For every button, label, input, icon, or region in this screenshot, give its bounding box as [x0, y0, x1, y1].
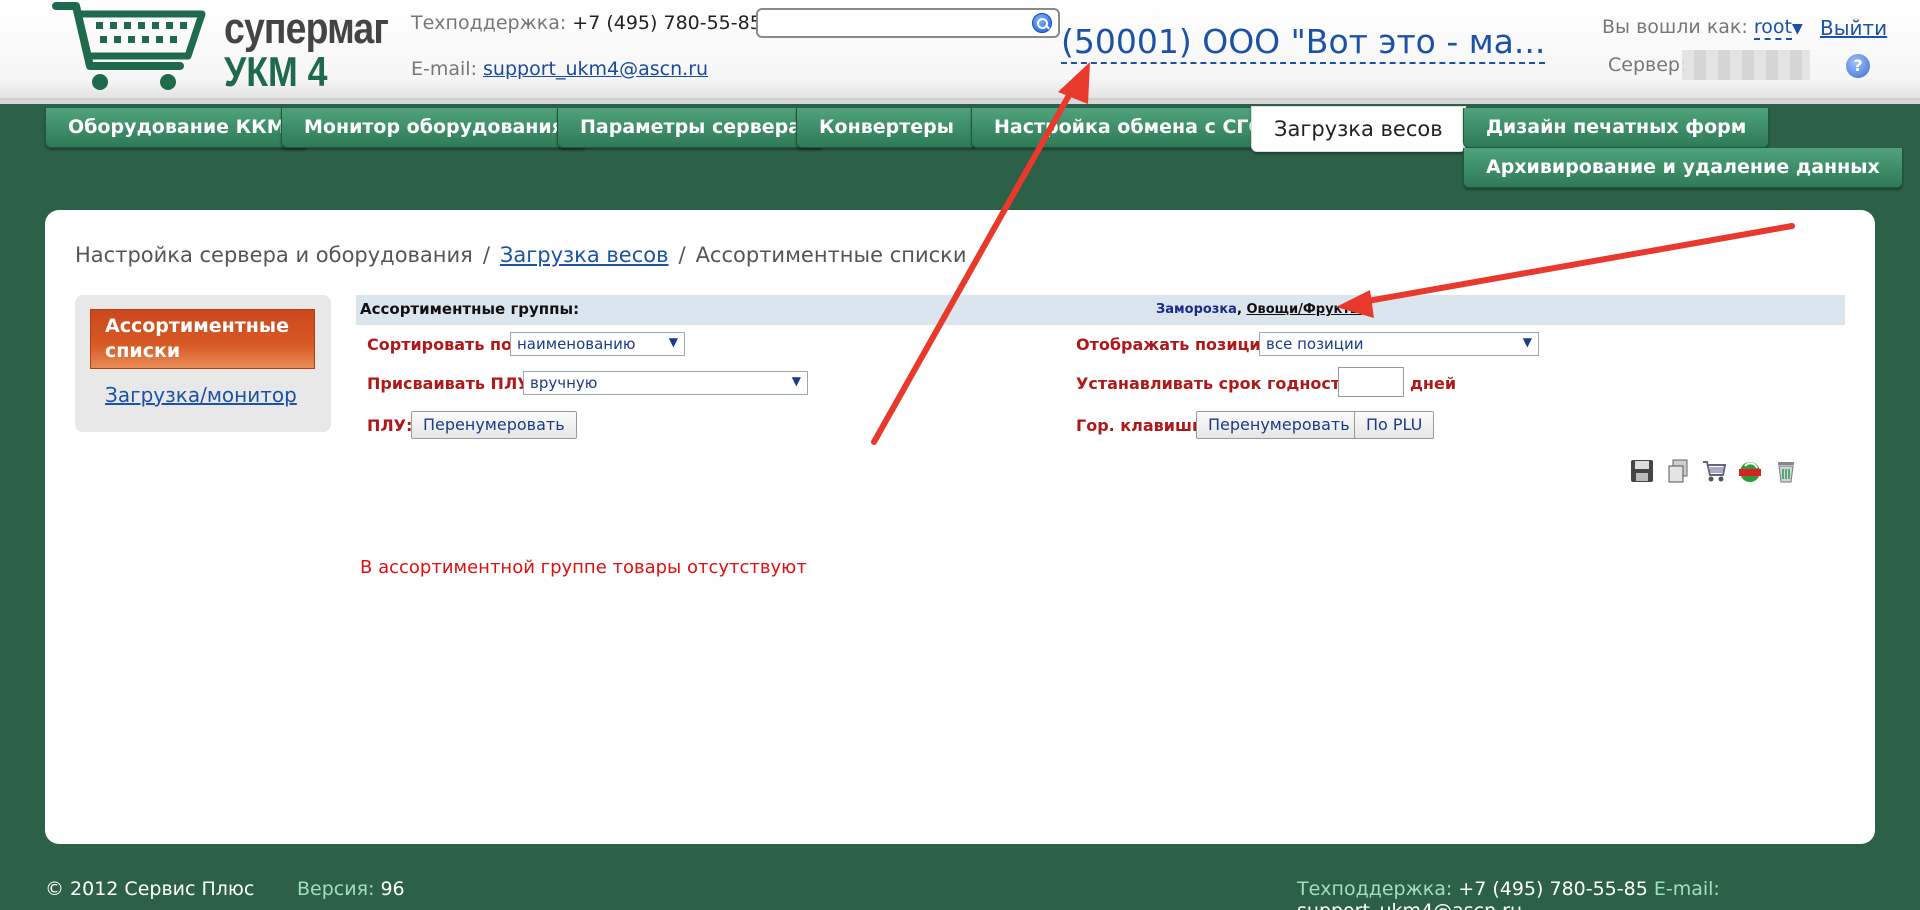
footer-support: Техподдержка: +7 (495) 780-55-85 E-mail:…: [1297, 878, 1920, 910]
copy-icon[interactable]: [1665, 458, 1691, 484]
dropdown-arrow-icon: ▼: [668, 335, 678, 349]
refresh-icon[interactable]: [1737, 458, 1763, 484]
show-positions-label: Отображать позиции:: [1076, 335, 1279, 354]
help-icon[interactable]: ?: [1846, 54, 1870, 78]
breadcrumb-item-server-setup: Настройка сервера и оборудования: [75, 243, 473, 267]
empty-group-message: В ассортиментной группе товары отсутству…: [360, 557, 807, 578]
days-label: дней: [1410, 374, 1457, 393]
group-vegetables-link[interactable]: Овощи/Фрукты: [1246, 302, 1361, 317]
tab-sgo-exchange[interactable]: Настройка обмена с СГО: [971, 108, 1288, 148]
hotkeys-renumber-button[interactable]: Перенумеровать: [1196, 411, 1362, 439]
groups-label: Ассортиментные группы:: [360, 300, 580, 318]
server-value-redacted: [1682, 50, 1810, 80]
footer-support-phone: +7 (495) 780-55-85: [1458, 878, 1648, 900]
organization-selector[interactable]: (50001) ООО "Вот это - ма...: [1061, 22, 1546, 64]
tab-archive-delete[interactable]: Архивирование и удаление данных: [1463, 148, 1903, 188]
group-frozen-link[interactable]: Заморозка: [1156, 302, 1237, 317]
plu-renumber-button[interactable]: Перенумеровать: [411, 411, 577, 439]
plu-assign-label: Присваивать ПЛУ:: [367, 374, 536, 393]
tab-print-forms-design[interactable]: Дизайн печатных форм: [1463, 108, 1770, 148]
search-icon[interactable]: [1032, 13, 1052, 33]
logo-text-bottom: УКМ 4: [224, 48, 328, 95]
sort-select-value: наименованию: [517, 335, 636, 353]
footer-support-label: Техподдержка:: [1297, 878, 1453, 900]
dropdown-arrow-icon: ▼: [791, 374, 801, 388]
plu-assign-select[interactable]: вручную ▼: [523, 371, 808, 395]
by-plu-button[interactable]: По PLU: [1354, 411, 1435, 439]
breadcrumb-separator: /: [482, 243, 490, 267]
logo-text-top: супермаг: [224, 4, 389, 53]
footer-email-link[interactable]: support_ukm4@ascn.ru: [1297, 900, 1522, 910]
footer-version-label: Версия:: [297, 878, 375, 900]
email-link[interactable]: support_ukm4@ascn.ru: [483, 58, 708, 80]
footer-version-value: 96: [380, 878, 405, 900]
breadcrumb-item-current: Ассортиментные списки: [695, 243, 967, 267]
shelf-life-label: Устанавливать срок годности в: [1076, 374, 1368, 393]
sort-label: Сортировать по:: [367, 335, 519, 354]
login-info: Вы вошли как: root▼: [1602, 16, 1803, 40]
footer-version: Версия: 96: [297, 878, 405, 900]
email-line: E-mail: support_ukm4@ascn.ru: [411, 58, 708, 80]
support-phone: +7 (495) 780-55-85: [572, 12, 762, 34]
groups-list: Заморозка, Овощи/Фрукты: [1156, 302, 1362, 317]
tab-server-params[interactable]: Параметры сервера: [557, 108, 825, 148]
user-menu[interactable]: root: [1753, 16, 1792, 40]
email-label: E-mail:: [411, 58, 477, 80]
logout-link[interactable]: Выйти: [1820, 16, 1887, 40]
header: супермаг УКМ 4 Техподдержка: +7 (495) 78…: [0, 0, 1920, 104]
tab-kkm-equipment[interactable]: Оборудование ККМ: [45, 108, 309, 148]
tab-converters[interactable]: Конвертеры: [796, 108, 977, 148]
trash-icon[interactable]: [1773, 458, 1799, 484]
plu-label: ПЛУ:: [367, 416, 413, 435]
tab-equipment-monitor[interactable]: Монитор оборудования: [281, 108, 587, 148]
show-positions-select[interactable]: все позиции ▼: [1259, 332, 1539, 356]
server-label: Сервер:: [1608, 54, 1687, 76]
breadcrumb-separator: /: [678, 243, 686, 267]
hotkeys-label: Гор. клавиши:: [1076, 416, 1210, 435]
dropdown-arrow-icon: ▼: [1522, 335, 1532, 349]
support-line: Техподдержка: +7 (495) 780-55-85: [411, 12, 762, 34]
logo[interactable]: супермаг УКМ 4: [52, 0, 389, 96]
support-label: Техподдержка:: [411, 12, 567, 34]
cart-icon[interactable]: [1701, 458, 1727, 484]
chevron-down-icon[interactable]: ▼: [1792, 21, 1803, 37]
shelf-life-input[interactable]: [1338, 367, 1404, 397]
tab-scales-loading[interactable]: Загрузка весов: [1251, 106, 1466, 152]
sidebar: Ассортиментные списки Загрузка/монитор: [75, 295, 331, 432]
breadcrumb: Настройка сервера и оборудования / Загрузк…: [75, 243, 967, 267]
groups-comma: ,: [1236, 302, 1242, 317]
footer-copyright: © 2012 Сервис Плюс: [45, 878, 255, 900]
save-icon[interactable]: [1629, 458, 1655, 484]
show-positions-select-value: все позиции: [1266, 335, 1364, 353]
sidebar-item-load-monitor[interactable]: Загрузка/монитор: [105, 383, 297, 407]
search-input[interactable]: [756, 8, 1060, 38]
sort-select[interactable]: наименованию ▼: [510, 332, 685, 356]
cart-logo-icon: [52, 2, 206, 90]
footer-email-label: E-mail:: [1653, 878, 1720, 900]
sidebar-item-assortment-lists[interactable]: Ассортиментные списки: [90, 309, 315, 369]
assortment-groups-bar: Ассортиментные группы: Заморозка, Овощи/…: [356, 295, 1845, 325]
breadcrumb-item-scales[interactable]: Загрузка весов: [500, 243, 669, 267]
plu-assign-select-value: вручную: [530, 374, 598, 392]
login-label: Вы вошли как:: [1602, 16, 1748, 38]
